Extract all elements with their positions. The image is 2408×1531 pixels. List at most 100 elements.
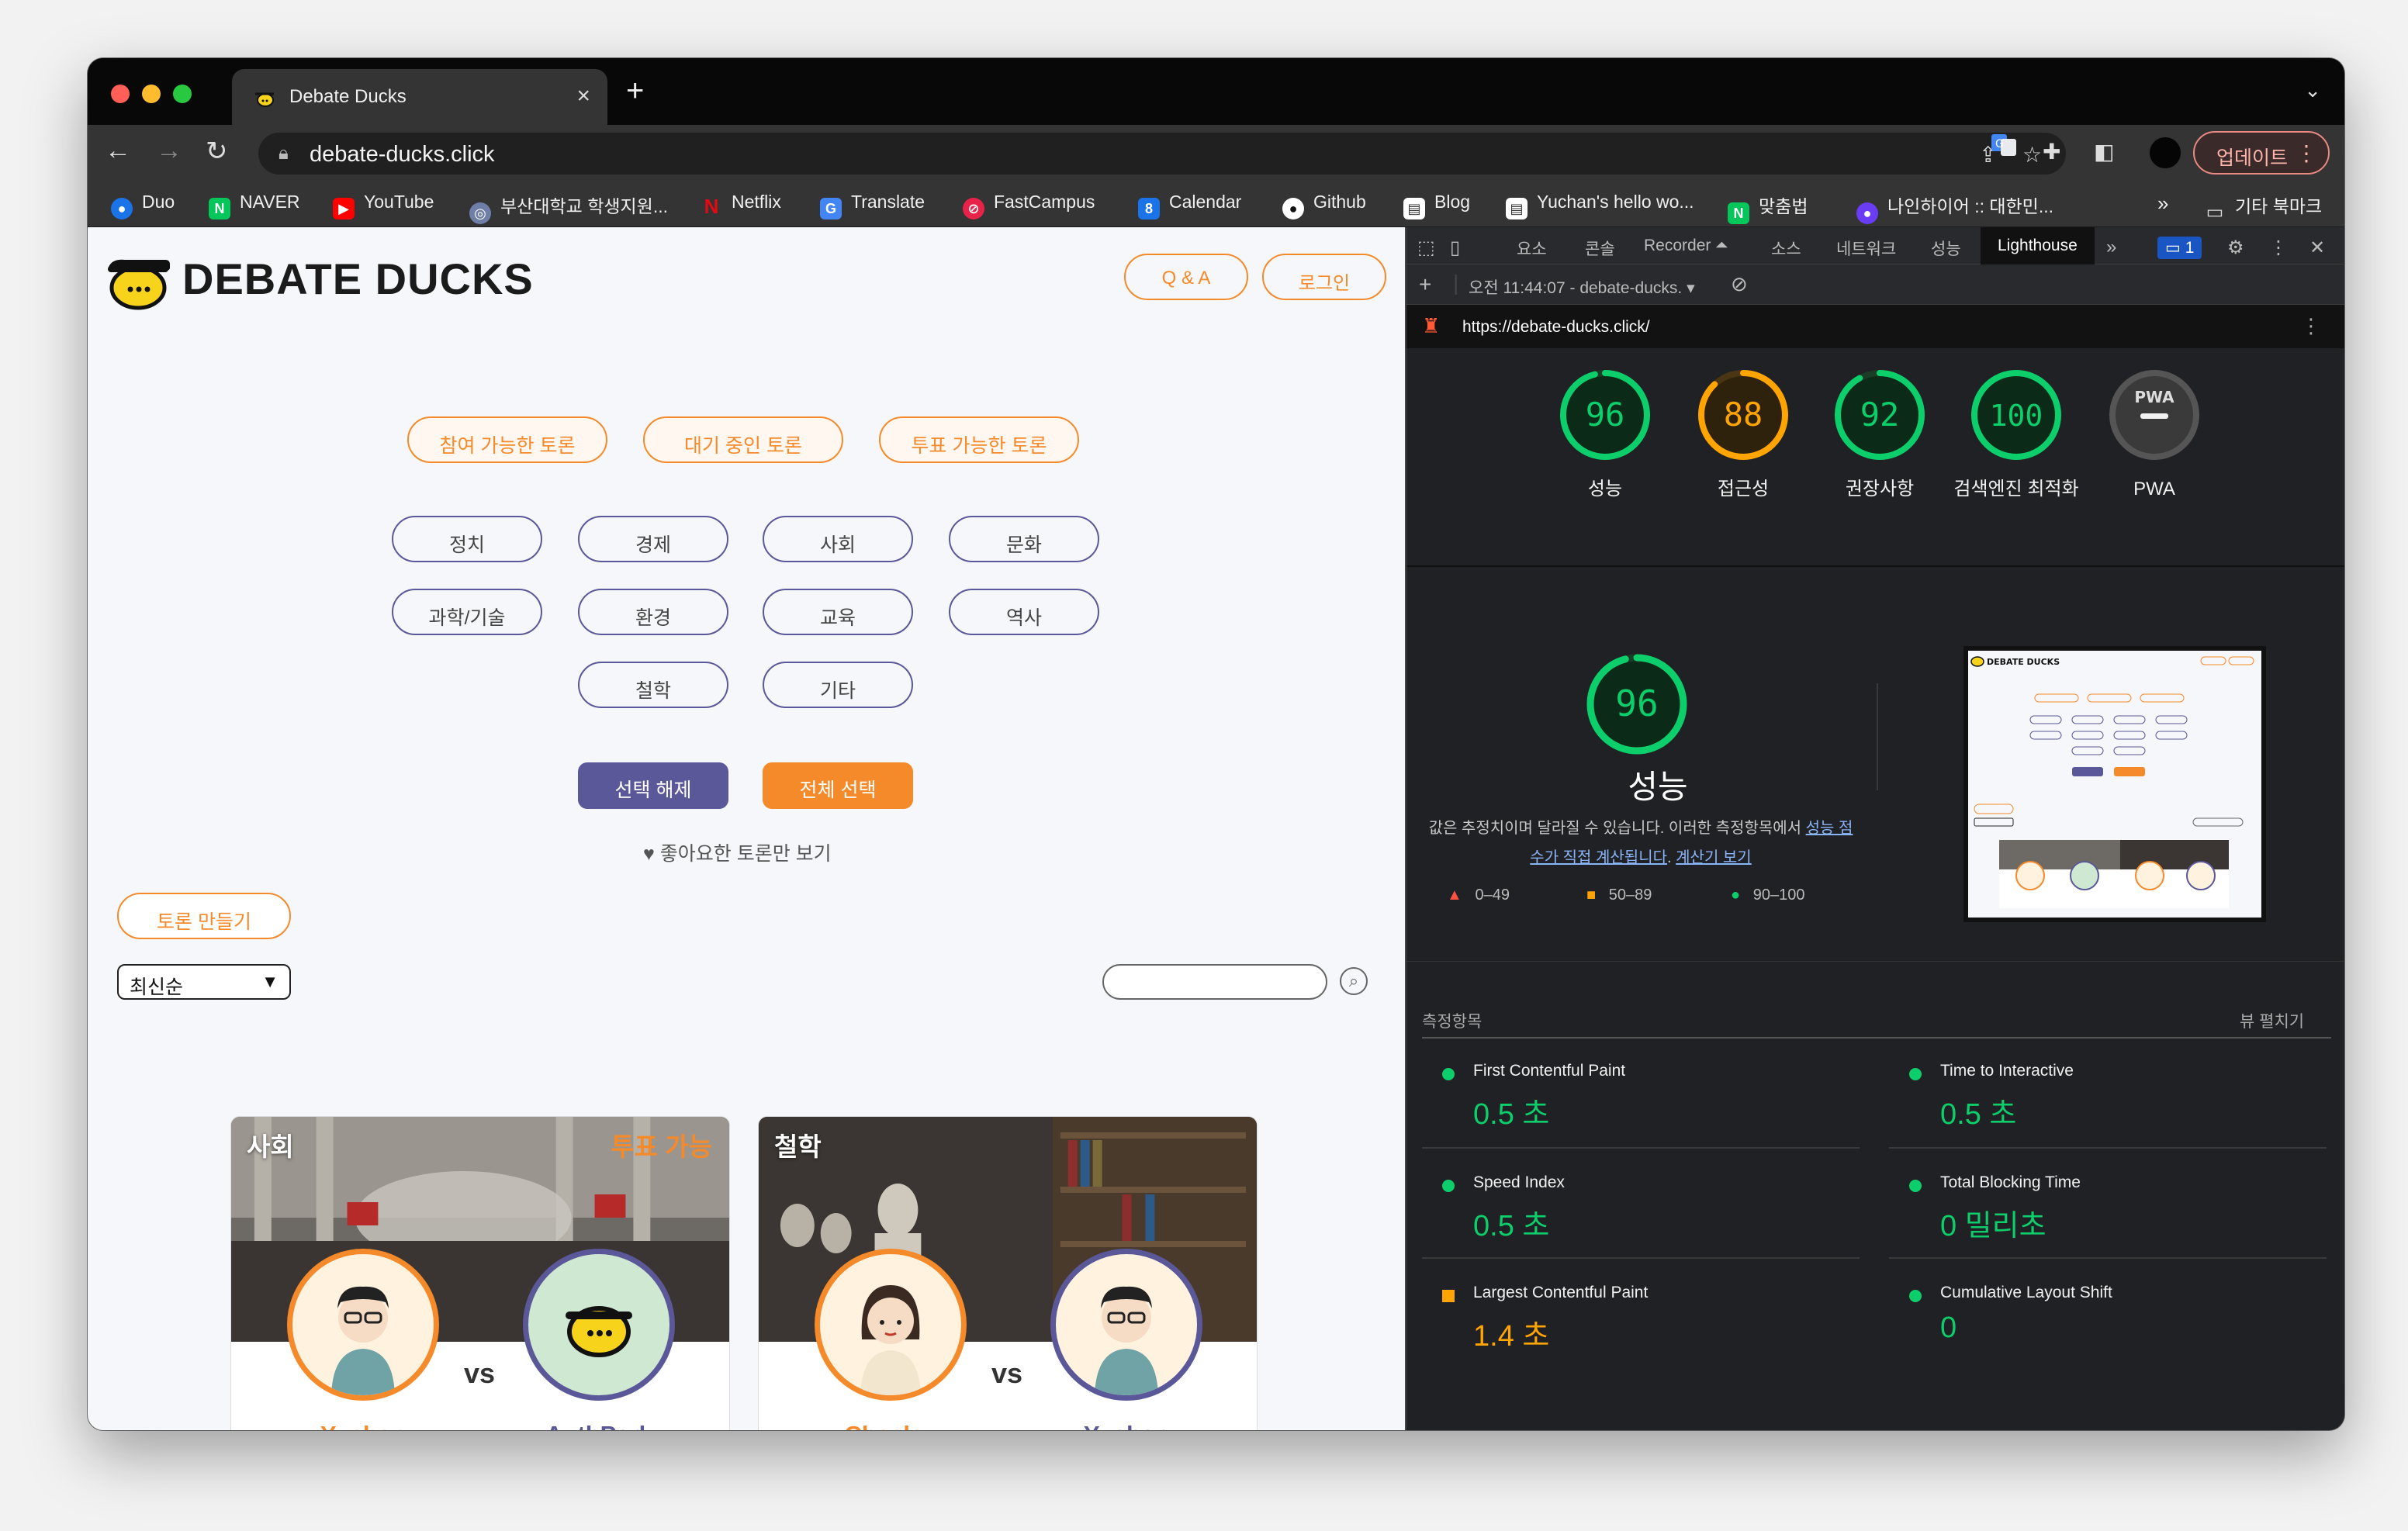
update-button[interactable]: 업데이트 ⋮ [2193,131,2330,175]
bookmark-item[interactable]: ● 나인하이어 :: 대한민... [1856,192,2053,224]
google-translate-icon[interactable]: G [1990,131,2018,164]
deselect-all-button[interactable]: 선택 해제 [578,762,728,809]
new-report-icon[interactable]: + [1419,272,1431,297]
debater-name-pros: Chesley [805,1421,976,1430]
bookmark-label: Blog [1434,192,1471,212]
maximize-window-icon[interactable] [173,85,192,103]
category-culture[interactable]: 문화 [949,516,1099,562]
metric-item: Largest Contentful Paint 1.4 초 [1422,1257,1860,1366]
category-philosophy[interactable]: 철학 [578,662,728,708]
category-politics[interactable]: 정치 [392,516,542,562]
tab-performance[interactable]: 성능 [1931,237,1961,260]
debate-card[interactable]: 철학 vs Chesley Yuchan [758,1116,1258,1430]
other-bookmarks[interactable]: ▭ 기타 북마크 [2204,192,2323,223]
minimize-window-icon[interactable] [142,85,161,103]
report-menu-icon[interactable]: ⋮ [2301,314,2321,338]
search-icon[interactable]: ⌕ [1340,967,1368,995]
site-brand-title[interactable]: DEBATE DUCKS [182,254,534,304]
category-economy[interactable]: 경제 [578,516,728,562]
score-gauge[interactable]: 100 검색엔진 최적화 [1953,367,2079,499]
address-url[interactable]: debate-ducks.click [310,142,495,168]
category-society[interactable]: 사회 [763,516,913,562]
more-tabs-icon[interactable]: » [2106,237,2116,258]
score-gauge[interactable]: 88 접근성 [1695,367,1791,499]
reload-icon[interactable]: ↻ [206,136,228,167]
bookmark-label: Translate [851,192,925,212]
tab-elements[interactable]: 요소 [1517,237,1547,260]
avatar[interactable] [287,1249,439,1401]
forward-arrow-icon[interactable]: → [156,136,182,166]
tab-recorder[interactable]: Recorder ⏶ [1644,237,1728,255]
login-button[interactable]: 로그인 [1262,254,1386,300]
devtools-close-icon[interactable]: ✕ [2309,237,2325,259]
category-science-tech[interactable]: 과학/기술 [392,589,542,635]
bookmark-item[interactable]: ◎ 부산대학교 학생지원... [469,192,668,224]
bookmark-item[interactable]: N NAVER [209,192,300,219]
profile-avatar[interactable] [2148,136,2182,170]
tab-lighthouse[interactable]: Lighthouse [1981,227,2095,264]
bookmark-item[interactable]: ● Duo [111,192,175,219]
duck-logo-icon[interactable] [103,251,173,313]
lock-icon[interactable]: 🔒︎ [279,143,289,164]
extensions-puzzle-icon[interactable]: ✚ [2043,139,2060,164]
side-panel-icon[interactable]: ◧ [2094,139,2114,164]
issues-badge[interactable]: ▭ 1 [2157,237,2202,259]
avatar[interactable] [1050,1249,1202,1401]
bookmark-item[interactable]: 8 Calendar [1138,192,1241,219]
devtools-menu-icon[interactable]: ⋮ [2269,237,2288,259]
bookmark-item[interactable]: ▤ Blog [1403,192,1470,219]
new-tab-icon[interactable]: + [626,74,644,109]
tab-close-icon[interactable]: × [576,83,590,109]
address-bar[interactable]: 🔒︎ debate-ducks.click ⇪ ☆ [258,133,2066,175]
bookmark-item[interactable]: ▤ Yuchan's hello wo... [1506,192,1694,219]
report-url[interactable]: https://debate-ducks.click/ [1462,318,1650,337]
score-gauge[interactable]: 92 권장사항 [1832,367,1928,499]
tab-search-chevron-icon[interactable]: ⌄ [2304,78,2321,102]
filter-votable[interactable]: 투표 가능한 토론 [879,416,1079,463]
score-gauge[interactable]: PWA PWA [2106,367,2202,499]
lighthouse-toolbar: + | 오전 11:44:07 - debate-ducks. ▾ ⊘ [1406,264,2344,305]
bookmark-item[interactable]: N 맞춤법 [1728,192,1808,224]
report-select[interactable]: 오전 11:44:07 - debate-ducks. ▾ [1469,275,1695,299]
sort-select[interactable]: 최신순 ▼ [117,964,291,1000]
bookmarks-overflow[interactable]: » [2157,192,2168,216]
inspect-element-icon[interactable]: ⬚ [1417,237,1435,259]
score-gauge[interactable]: 96 성능 [1557,367,1653,499]
bookmark-item[interactable]: N Netflix [701,192,781,217]
category-history[interactable]: 역사 [949,589,1099,635]
bookmark-star-icon[interactable]: ☆ [2022,142,2042,168]
clear-reports-icon[interactable]: ⊘ [1731,272,1748,296]
category-environment[interactable]: 환경 [578,589,728,635]
liked-only-toggle[interactable]: ♥ 좋아요한 토론만 보기 [643,838,832,866]
devtools-panel: ⬚ ▯ 요소 콘솔 Recorder ⏶ 소스 네트워크 성능 Lighthou… [1405,227,2344,1430]
debate-card[interactable]: 사회 투표 가능 vs Yuchan AuthPark [230,1116,730,1430]
tab-network[interactable]: 네트워크 [1836,237,1896,260]
bookmark-item[interactable]: ⊘ FastCampus [963,192,1095,219]
final-screenshot-thumbnail[interactable]: DEBATE DUCKS [1963,646,2266,922]
create-debate-button[interactable]: 토론 만들기 [117,893,291,939]
qa-button[interactable]: Q & A [1124,254,1248,300]
bookmark-item[interactable]: G Translate [820,192,925,219]
category-etc[interactable]: 기타 [763,662,913,708]
tab-console[interactable]: 콘솔 [1585,237,1615,260]
tab-sources[interactable]: 소스 [1771,237,1801,260]
pwa-badge-text: PWA [2134,388,2174,406]
bookmark-item[interactable]: ▶ YouTube [333,192,434,219]
bookmark-item[interactable]: ● Github [1282,192,1366,219]
browser-tab[interactable]: Debate Ducks × [232,69,607,125]
search-input[interactable] [1102,964,1327,1000]
back-arrow-icon[interactable]: ← [105,136,131,166]
avatar[interactable] [815,1249,967,1401]
device-toolbar-icon[interactable]: ▯ [1450,237,1460,259]
settings-gear-icon[interactable]: ⚙ [2227,237,2244,259]
kebab-menu-icon[interactable]: ⋮ [2296,140,2317,166]
gauge-ring: PWA [2109,370,2199,460]
avatar[interactable] [523,1249,675,1401]
category-education[interactable]: 교육 [763,589,913,635]
expand-view-toggle[interactable]: 뷰 펼치기 [2240,1009,2304,1032]
filter-joinable[interactable]: 참여 가능한 토론 [407,416,607,463]
filter-waiting[interactable]: 대기 중인 토론 [643,416,843,463]
close-window-icon[interactable] [111,85,130,103]
calculator-link[interactable]: 계산기 보기 [1676,849,1752,866]
select-all-button[interactable]: 전체 선택 [763,762,913,809]
